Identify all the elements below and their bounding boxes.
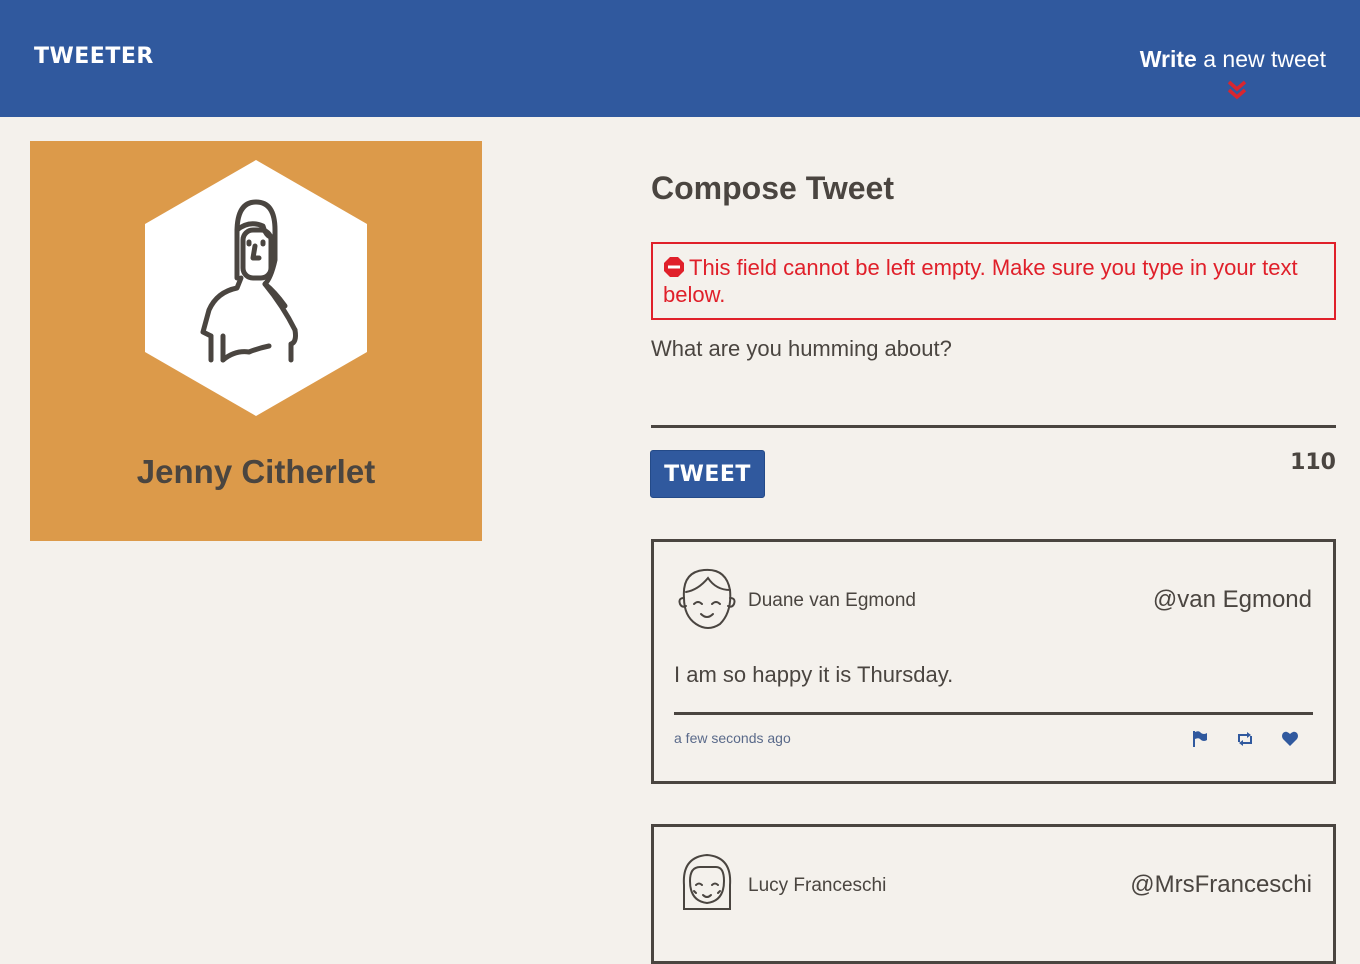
double-chevron-down-icon[interactable] <box>1226 80 1248 100</box>
tweet-card: Duane van Egmond @van Egmond I am so hap… <box>651 539 1336 784</box>
error-text: This field cannot be left empty. Make su… <box>663 255 1298 307</box>
tweet-card: Lucy Franceschi @MrsFranceschi <box>651 824 1336 964</box>
logo[interactable]: TWEETER <box>34 44 154 69</box>
tweet-divider <box>674 712 1313 715</box>
compose-title: Compose Tweet <box>651 170 894 206</box>
flag-icon[interactable] <box>1191 730 1209 748</box>
character-counter: 110 <box>1290 450 1336 475</box>
profile-card: Jenny Citherlet <box>30 141 482 541</box>
avatar <box>678 568 736 629</box>
write-label: Write <box>1139 46 1197 72</box>
tweet-handle: @MrsFranceschi <box>1130 871 1312 898</box>
tweet-handle: @van Egmond <box>1152 586 1312 613</box>
tweet-textarea[interactable] <box>651 336 1336 428</box>
tweet-button[interactable]: TWEET <box>650 450 765 498</box>
stop-sign-icon <box>664 257 684 277</box>
tweet-author: Duane van Egmond <box>748 590 916 611</box>
tweet-timestamp: a few seconds ago <box>674 730 791 746</box>
profile-avatar <box>145 160 367 416</box>
profile-name: Jenny Citherlet <box>136 453 376 490</box>
write-new-tweet-link[interactable]: Write a new tweet <box>1140 46 1326 73</box>
tweet-author: Lucy Franceschi <box>748 875 887 896</box>
tweet-text: I am so happy it is Thursday. <box>674 662 954 687</box>
write-rest-label: a new tweet <box>1196 46 1326 72</box>
error-message: This field cannot be left empty. Make su… <box>651 242 1336 320</box>
avatar <box>682 853 732 910</box>
top-nav: TWEETER Write a new tweet <box>0 0 1360 117</box>
retweet-icon[interactable] <box>1236 730 1254 748</box>
heart-icon[interactable] <box>1281 730 1299 748</box>
